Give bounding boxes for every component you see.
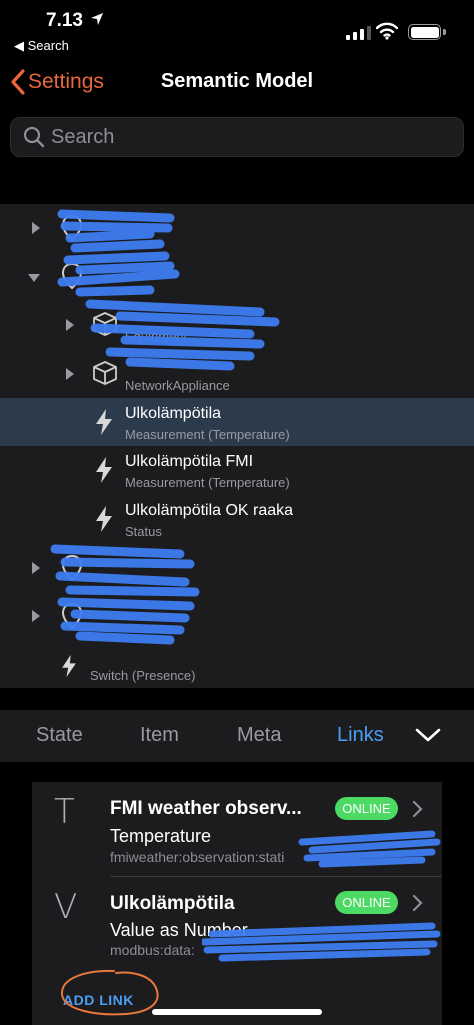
tree-row-network-appliance[interactable]: NetworkAppliance bbox=[0, 350, 474, 398]
location-pin-icon bbox=[61, 262, 83, 290]
tree-row-subtitle: Equipment bbox=[125, 329, 188, 344]
tab-item[interactable]: Item bbox=[140, 724, 179, 747]
box-icon bbox=[93, 312, 117, 336]
tree-row-switch-presence[interactable]: Switch (Presence) bbox=[0, 640, 474, 688]
bolt-icon bbox=[96, 506, 112, 532]
battery-icon bbox=[408, 24, 441, 40]
search-icon bbox=[23, 126, 45, 148]
bolt-icon bbox=[96, 409, 112, 435]
status-time: 7.13 bbox=[46, 10, 83, 31]
search-bar[interactable] bbox=[10, 117, 464, 157]
bolt-icon bbox=[96, 457, 112, 483]
search-input[interactable] bbox=[51, 125, 441, 149]
link-title: FMI weather observ... bbox=[110, 798, 302, 819]
tree-row-title: Ulkolämpötila bbox=[125, 405, 222, 422]
link-uid: fmiweather:observation:stati bbox=[110, 849, 285, 865]
wifi-icon bbox=[376, 22, 398, 40]
tree-row-ulkolampotila[interactable]: Ulkolämpötila Measurement (Temperature) bbox=[0, 398, 474, 446]
status-badge: ONLINE bbox=[335, 797, 398, 820]
location-pin-icon bbox=[61, 554, 83, 582]
disclosure-right-icon[interactable] bbox=[62, 366, 78, 382]
link-type-icon: V bbox=[54, 887, 78, 927]
tab-state[interactable]: State bbox=[36, 724, 83, 747]
disclosure-right-icon[interactable] bbox=[28, 608, 44, 624]
tree-row-equipment[interactable]: Equipment bbox=[0, 301, 474, 349]
link-subtitle: Temperature bbox=[110, 826, 212, 846]
detail-tab-bar: State Item Meta Links bbox=[0, 710, 474, 762]
chevron-right-icon bbox=[412, 894, 423, 912]
disclosure-right-icon[interactable] bbox=[62, 317, 78, 333]
link-row[interactable]: T FMI weather observ... ONLINE Temperatu… bbox=[32, 782, 442, 877]
tree-row-location-expanded[interactable] bbox=[0, 252, 474, 300]
status-bar: 7.13 ◀ Search bbox=[0, 0, 474, 62]
tree-row-location[interactable] bbox=[0, 592, 474, 640]
status-badge: ONLINE bbox=[335, 891, 398, 914]
box-icon bbox=[93, 361, 117, 385]
link-row[interactable]: V Ulkolämpötila ONLINE Value as Number m… bbox=[32, 877, 442, 972]
disclosure-down-icon[interactable] bbox=[26, 270, 42, 286]
link-type-icon: T bbox=[54, 792, 75, 832]
annotation-circle bbox=[60, 969, 159, 1016]
location-pin-icon bbox=[61, 602, 83, 630]
back-to-search-link[interactable]: ◀ Search bbox=[14, 38, 69, 54]
tree-row-title: Ulkolämpötila FMI bbox=[125, 453, 254, 470]
link-uid: modbus:data: bbox=[110, 942, 195, 958]
link-title: Ulkolämpötila bbox=[110, 893, 235, 914]
chevron-down-icon[interactable] bbox=[414, 726, 442, 744]
tree-row-subtitle: NetworkAppliance bbox=[125, 378, 230, 393]
tree-row-location[interactable] bbox=[0, 204, 474, 252]
tree-row-location[interactable] bbox=[0, 544, 474, 592]
tree-row-title: Ulkolämpötila OK raaka bbox=[125, 502, 294, 519]
location-pin-icon bbox=[61, 214, 83, 242]
tree-row-ulkolampotila-fmi[interactable]: Ulkolämpötila FMI Measurement (Temperatu… bbox=[0, 446, 474, 494]
cellular-signal-icon bbox=[346, 26, 371, 40]
home-indicator bbox=[152, 1009, 322, 1015]
tab-meta[interactable]: Meta bbox=[237, 724, 281, 747]
tree-row-ulkolampotila-ok-raaka[interactable]: Ulkolämpötila OK raaka Status bbox=[0, 495, 474, 543]
tree-row-subtitle: Measurement (Temperature) bbox=[125, 475, 290, 490]
back-triangle-icon: ◀ bbox=[14, 38, 28, 53]
battery-cap bbox=[443, 29, 446, 35]
location-arrow-icon bbox=[91, 13, 103, 25]
tab-links[interactable]: Links bbox=[337, 724, 384, 747]
semantic-model-tree: Equipment NetworkAppliance Ulkolämpötila… bbox=[0, 204, 474, 688]
tree-row-subtitle: Measurement (Temperature) bbox=[125, 427, 290, 442]
link-subtitle: Value as Number bbox=[110, 920, 248, 940]
tree-row-subtitle: Switch (Presence) bbox=[90, 668, 196, 683]
disclosure-right-icon[interactable] bbox=[28, 220, 44, 236]
page-title: Semantic Model bbox=[160, 70, 314, 92]
disclosure-right-icon[interactable] bbox=[28, 560, 44, 576]
bolt-icon bbox=[62, 654, 76, 678]
tree-row-subtitle: Status bbox=[125, 524, 162, 539]
chevron-right-icon bbox=[412, 800, 423, 818]
